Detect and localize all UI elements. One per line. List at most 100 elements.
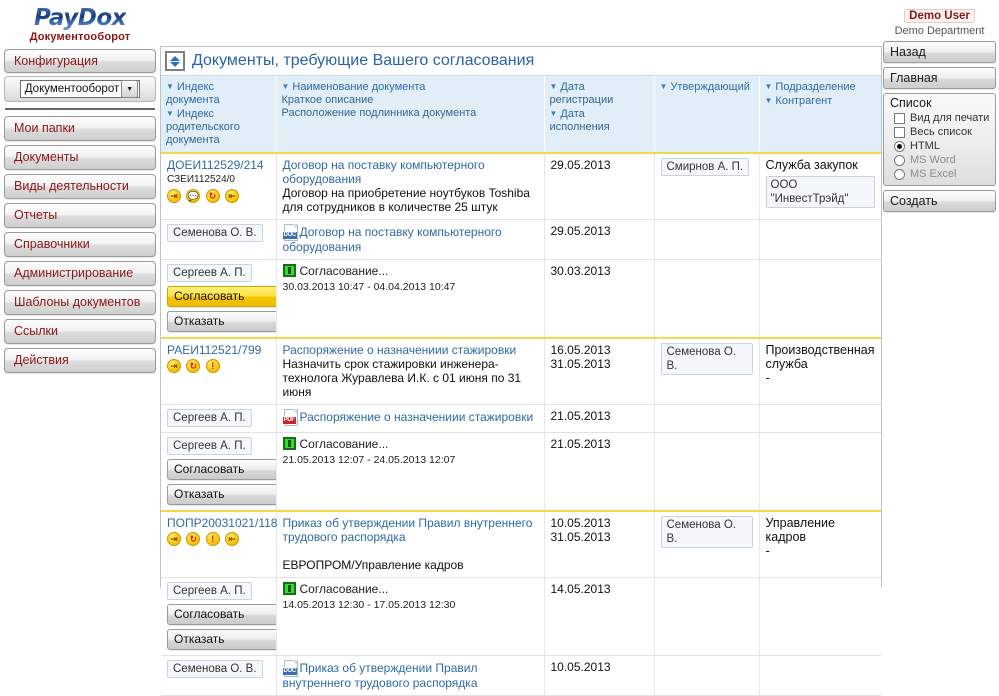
counterparty-badge[interactable]: ООО "ИнвестТрэйд" (766, 176, 876, 208)
sort-caret-icon[interactable]: ▼ (282, 82, 290, 91)
column-header-department[interactable]: ▼Подразделение ▼Контрагент (759, 76, 881, 154)
sort-caret-icon[interactable]: ▼ (765, 82, 773, 91)
doc-file-icon[interactable]: DOC (283, 660, 298, 676)
reject-button[interactable]: Отказать (167, 484, 285, 505)
sidebar-item-reports[interactable]: Отчеты (4, 203, 156, 228)
radio-html-label: HTML (910, 140, 940, 152)
person-badge[interactable]: Сергеев А. П. (167, 582, 252, 600)
arrow-right-icon[interactable]: ⇥ (167, 359, 181, 373)
doc-description: ЕВРОПРОМ/Управление кадров (283, 558, 538, 572)
arrow-right-icon[interactable]: ⇥ (167, 189, 181, 203)
checkbox-icon[interactable] (894, 113, 905, 124)
user-name[interactable]: Demo User (904, 9, 975, 23)
table-row[interactable]: Сергеев А. П. PDF Распоряжение о назначе… (161, 405, 881, 433)
column-header-doc-name[interactable]: ▼Наименование документа Краткое описание… (276, 76, 544, 154)
sidebar-item-links[interactable]: Ссылки (4, 319, 156, 344)
recycle-icon[interactable]: ↻ (186, 532, 200, 546)
sidebar-item-templates[interactable]: Шаблоны документов (4, 290, 156, 315)
doc-title-link[interactable]: Договор на поставку компьютерного оборуд… (283, 158, 538, 186)
recycle-icon[interactable]: ↻ (206, 189, 220, 203)
person-badge[interactable]: Сергеев А. П. (167, 264, 252, 282)
person-badge[interactable]: Сергеев А. П. (167, 409, 252, 427)
approver-badge[interactable]: Смирнов А. П. (661, 158, 750, 176)
table-row[interactable]: Сергеев А. П. Согласовать Отказать Согла… (161, 260, 881, 339)
row-person-cell: Семенова О. В. (161, 656, 276, 696)
approve-button[interactable]: Согласовать (167, 604, 285, 625)
radio-html[interactable]: HTML (884, 139, 995, 153)
attachment-link[interactable]: Договор на поставку компьютерного оборуд… (283, 225, 502, 254)
table-row[interactable]: Сергеев А. П. Согласовать Отказать Согла… (161, 433, 881, 512)
sidebar-item-activities[interactable]: Виды деятельности (4, 174, 156, 199)
radio-icon[interactable] (894, 155, 905, 166)
expand-collapse-icon[interactable] (165, 51, 185, 71)
doc-department-cell: Служба закупок ООО "ИнвестТрэйд" (759, 153, 881, 220)
sort-caret-icon[interactable]: ▼ (660, 82, 668, 91)
doc-title-link[interactable]: Распоряжение о назначениии стажировки (283, 343, 538, 357)
person-badge[interactable]: Семенова О. В. (167, 660, 263, 678)
exclamation-icon[interactable]: ! (206, 359, 220, 373)
doc-description: Договор на приобретение ноутбуков Toshib… (283, 186, 538, 214)
create-button[interactable]: Создать (883, 190, 996, 212)
reject-button[interactable]: Отказать (167, 311, 285, 332)
radio-ms-word[interactable]: MS Word (884, 153, 995, 167)
arrow-left-icon[interactable]: ⇤ (225, 189, 239, 203)
column-header-approver[interactable]: ▼Утверждающий (654, 76, 759, 154)
checkbox-icon[interactable] (894, 127, 905, 138)
table-row[interactable]: ПОПР20031021/118 ⇥ ↻ ! ⇤ Приказ об утвер… (161, 511, 881, 578)
doc-index[interactable]: ПОПР20031021/118 (167, 516, 270, 530)
approve-button[interactable]: Согласовать (167, 286, 285, 307)
doc-file-icon[interactable]: DOC (283, 224, 298, 240)
exclamation-icon[interactable]: ! (206, 532, 220, 546)
home-button[interactable]: Главная (883, 67, 996, 89)
approve-button[interactable]: Согласовать (167, 459, 285, 480)
back-button[interactable]: Назад (883, 41, 996, 63)
person-badge[interactable]: Семенова О. В. (167, 224, 263, 242)
table-row[interactable]: Семенова О. В. DOC Приказ об утверждении… (161, 656, 881, 696)
row-date: 21.05.2013 (551, 409, 648, 423)
column-header-dates[interactable]: ▼Дата регистрации ▼Дата исполнения (544, 76, 654, 154)
sidebar-item-documents[interactable]: Документы (4, 145, 156, 170)
config-select[interactable]: Документооборот ▼ (20, 80, 140, 98)
table-row[interactable]: РАЕИ112521/799 ⇥ ↻ ! Распоряжение о назн… (161, 338, 881, 405)
attachment-link[interactable]: Приказ об утверждении Правил внутреннего… (283, 661, 478, 690)
sidebar-item-my-folders[interactable]: Мои папки (4, 116, 156, 141)
department-name: Управление кадров (766, 516, 876, 544)
table-row[interactable]: Семенова О. В. DOC Договор на поставку к… (161, 220, 881, 260)
radio-icon[interactable] (894, 169, 905, 180)
sort-caret-icon[interactable]: ▼ (765, 96, 773, 105)
sort-caret-icon[interactable]: ▼ (166, 82, 174, 91)
sidebar-config-header[interactable]: Конфигурация (4, 49, 156, 73)
department-name: Производственная служба (766, 343, 876, 371)
sidebar-item-admin[interactable]: Администрирование (4, 261, 156, 286)
row-person-cell: Сергеев А. П. Согласовать Отказать (161, 578, 276, 656)
sidebar-item-references[interactable]: Справочники (4, 232, 156, 257)
arrow-right-icon[interactable]: ⇥ (167, 532, 181, 546)
attachment-link[interactable]: Распоряжение о назначениии стажировки (300, 410, 534, 424)
person-badge[interactable]: Сергеев А. П. (167, 437, 252, 455)
checkbox-whole-list[interactable]: Весь список (884, 125, 995, 139)
col-doc-index-l4: документа (166, 134, 271, 147)
approver-badge[interactable]: Семенова О. В. (661, 516, 753, 548)
pdf-file-icon[interactable]: PDF (283, 409, 298, 425)
doc-index[interactable]: ДОЕИ112529/214 (167, 158, 270, 172)
arrow-left-icon[interactable]: ⇤ (225, 532, 239, 546)
radio-selected-icon[interactable] (894, 141, 905, 152)
sort-caret-icon[interactable]: ▼ (166, 109, 174, 118)
column-header-doc-index[interactable]: ▼Индекс документа ▼Индекс родительского … (161, 76, 276, 154)
table-row[interactable]: Сергеев А. П. Согласовать Отказать Согла… (161, 578, 881, 656)
doc-title-link[interactable]: Приказ об утверждении Правил внутреннего… (283, 516, 538, 544)
task-timestamp: 30.03.2013 10:47 - 04.04.2013 10:47 (283, 280, 538, 294)
sort-caret-icon[interactable]: ▼ (550, 109, 558, 118)
reject-button[interactable]: Отказать (167, 629, 285, 650)
recycle-icon[interactable]: ↻ (186, 359, 200, 373)
approver-badge[interactable]: Семенова О. В. (661, 343, 753, 375)
sidebar-item-actions[interactable]: Действия (4, 348, 156, 373)
table-row[interactable]: ДОЕИ112529/214 СЗЕИ112524/0 ⇥ 💬 ↻ ⇤ Дого… (161, 153, 881, 220)
doc-index[interactable]: РАЕИ112521/799 (167, 343, 270, 357)
checkbox-print-view[interactable]: Вид для печати (884, 111, 995, 125)
sort-caret-icon[interactable]: ▼ (550, 82, 558, 91)
comment-icon[interactable]: 💬 (186, 189, 200, 203)
radio-ms-word-label: MS Word (910, 154, 956, 166)
radio-ms-excel[interactable]: MS Excel (884, 167, 995, 181)
chevron-down-icon[interactable]: ▼ (121, 80, 138, 98)
